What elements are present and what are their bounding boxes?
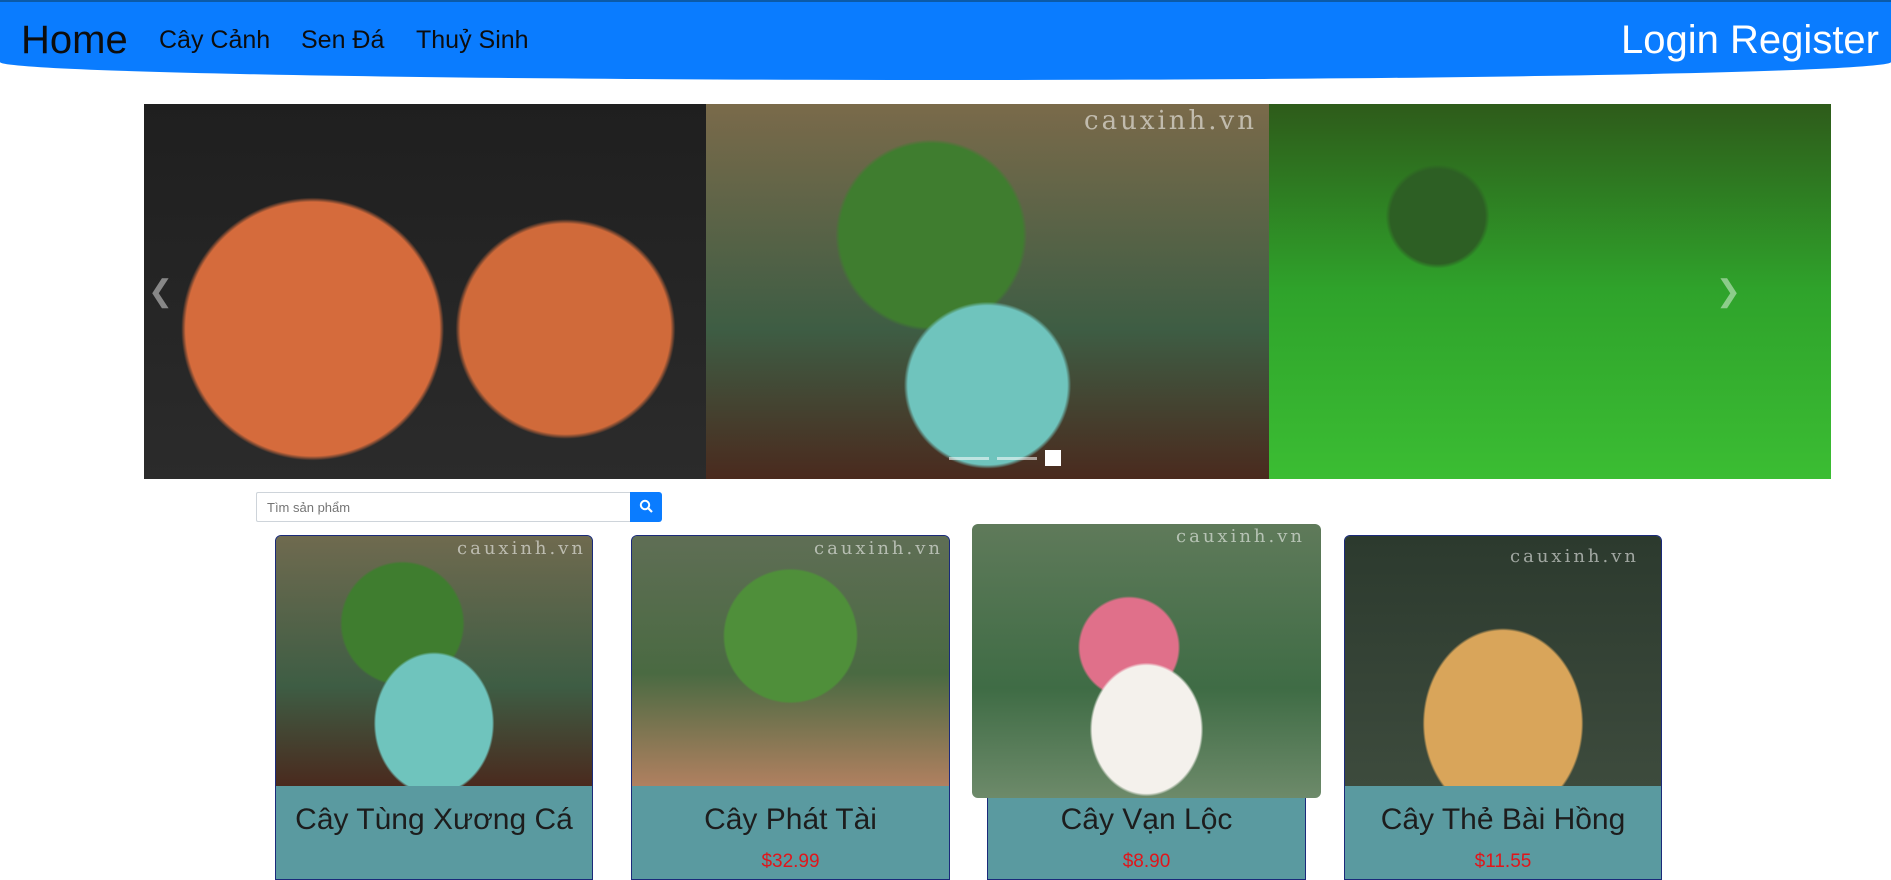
carousel-slide-succulents: [144, 104, 706, 479]
carousel-slide-bonsai: cauxinh.vn: [706, 104, 1269, 479]
carousel-indicator-active[interactable]: [1045, 450, 1061, 466]
nav-link-sen-da[interactable]: Sen Đá: [301, 26, 384, 55]
nav-home-link[interactable]: Home: [21, 18, 128, 63]
auth-links: Login Register: [1621, 18, 1879, 63]
chevron-left-icon[interactable]: ❮: [148, 274, 173, 309]
product-watermark: cauxinh.vn: [457, 538, 586, 559]
product-image-hover[interactable]: cauxinh.vn: [972, 524, 1321, 798]
product-card[interactable]: cauxinh.vn Cây Thẻ Bài Hồng $11.55: [1344, 535, 1662, 880]
product-watermark: cauxinh.vn: [1176, 526, 1305, 547]
nav-link-cay-canh[interactable]: Cây Cảnh: [159, 26, 270, 55]
product-name[interactable]: Cây Phát Tài: [632, 801, 949, 839]
product-image[interactable]: cauxinh.vn: [632, 536, 949, 786]
carousel-slide-aquarium: [1269, 104, 1831, 479]
product-card[interactable]: cauxinh.vn Cây Tùng Xương Cá: [275, 535, 593, 880]
search-input[interactable]: [256, 492, 630, 522]
product-name[interactable]: Cây Tùng Xương Cá: [276, 801, 592, 839]
product-price: $11.55: [1474, 851, 1532, 872]
product-name[interactable]: Cây Thẻ Bài Hồng: [1345, 801, 1661, 839]
nav-link-thuy-sinh[interactable]: Thuỷ Sinh: [416, 26, 529, 55]
carousel-indicator[interactable]: [949, 456, 989, 460]
image-carousel[interactable]: cauxinh.vn ❮ ❯: [144, 104, 1831, 479]
search-bar: [256, 492, 664, 522]
product-image[interactable]: cauxinh.vn: [276, 536, 592, 786]
login-link[interactable]: Login: [1621, 18, 1719, 62]
carousel-indicator[interactable]: [997, 456, 1037, 460]
product-name[interactable]: Cây Vạn Lộc: [988, 801, 1305, 839]
product-card[interactable]: cauxinh.vn Cây Phát Tài $32.99: [631, 535, 950, 880]
search-button[interactable]: [630, 492, 662, 522]
product-price: $32.99: [761, 851, 820, 872]
product-watermark: cauxinh.vn: [814, 538, 943, 559]
chevron-right-icon[interactable]: ❯: [1716, 274, 1741, 309]
product-price: $8.90: [1122, 851, 1171, 872]
search-icon: [639, 499, 653, 513]
carousel-indicators: [949, 450, 1061, 466]
register-link[interactable]: Register: [1730, 18, 1879, 62]
carousel-watermark: cauxinh.vn: [1084, 106, 1257, 136]
product-watermark: cauxinh.vn: [1510, 546, 1639, 567]
navbar: Home Cây Cảnh Sen Đá Thuỷ Sinh Login Reg…: [0, 2, 1891, 80]
product-image[interactable]: cauxinh.vn: [1345, 536, 1661, 786]
